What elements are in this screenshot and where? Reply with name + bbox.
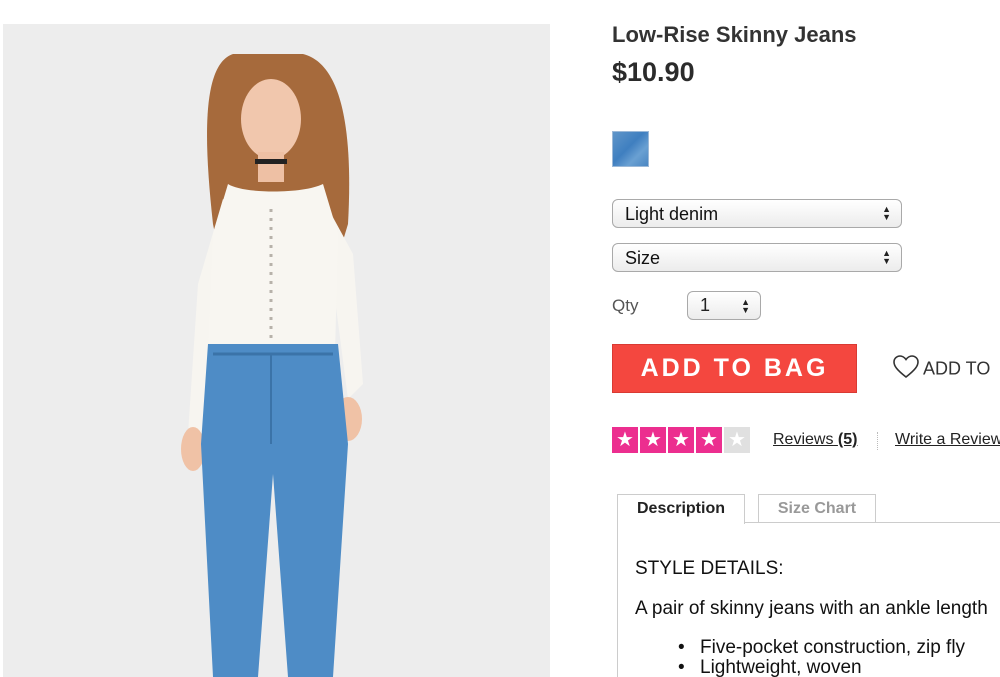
feature-list: Five-pocket construction, zip fly Lightw… [678, 638, 965, 677]
reviews-count: (5) [837, 431, 858, 448]
color-select[interactable]: Light denim ▲ ▼ [612, 199, 902, 228]
list-item: Five-pocket construction, zip fly [678, 638, 965, 659]
write-review-link[interactable]: Write a Review [895, 431, 1000, 449]
reviews-link[interactable]: Reviews (5) [773, 431, 857, 449]
reviews-label: Reviews [773, 431, 834, 448]
star-filled-icon: ★ [640, 427, 666, 453]
select-arrows-icon: ▲ ▼ [882, 248, 891, 266]
star-filled-icon: ★ [612, 427, 638, 453]
star-empty-icon: ★ [724, 427, 750, 453]
color-select-value: Light denim [625, 204, 719, 224]
list-item: Lightweight, woven [678, 658, 965, 677]
add-to-wishlist-button[interactable]: ADD TO [893, 355, 990, 384]
tab-border-gap [618, 522, 744, 523]
product-price: $10.90 [612, 57, 695, 87]
qty-select[interactable]: 1 ▲ ▼ [687, 291, 761, 320]
qty-select-value: 1 [700, 295, 711, 315]
size-select-value: Size [625, 248, 661, 268]
product-title: Low-Rise Skinny Jeans [612, 22, 857, 47]
tab-description[interactable]: Description [617, 494, 745, 524]
color-swatch[interactable] [612, 131, 649, 167]
divider [877, 432, 878, 450]
star-filled-icon: ★ [668, 427, 694, 453]
add-to-bag-button[interactable]: ADD TO BAG [612, 344, 857, 393]
rating-stars: ★ ★ ★ ★ ★ [612, 427, 750, 453]
star-filled-icon: ★ [696, 427, 722, 453]
qty-label: Qty [612, 296, 639, 315]
size-select[interactable]: Size ▲ ▼ [612, 243, 902, 272]
wishlist-label: ADD TO [923, 358, 991, 379]
product-image[interactable] [3, 24, 550, 677]
panel-border [617, 522, 618, 677]
heart-icon [893, 355, 919, 384]
tab-size-chart[interactable]: Size Chart [758, 494, 876, 523]
description-text: A pair of skinny jeans with an ankle len… [635, 598, 988, 619]
style-details-heading: STYLE DETAILS: [635, 558, 784, 579]
select-arrows-icon: ▲ ▼ [882, 204, 891, 222]
select-arrows-icon: ▲ ▼ [741, 297, 750, 315]
